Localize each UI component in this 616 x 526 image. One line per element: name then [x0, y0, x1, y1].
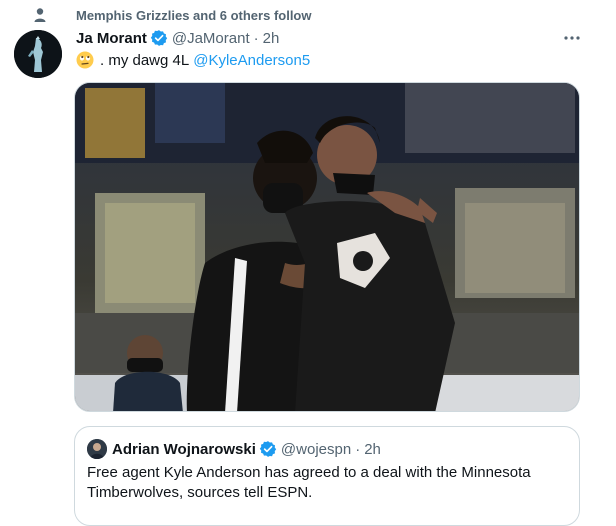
rolling-eyes-emoji-icon [76, 51, 94, 69]
tweet-photo[interactable] [74, 82, 580, 412]
tweet-body-text: . my dawg 4L [100, 51, 190, 69]
separator-dot: · [355, 440, 361, 458]
verified-badge-icon [259, 441, 277, 457]
quote-text: Free agent Kyle Anderson has agreed to a… [87, 464, 531, 501]
social-context[interactable]: Memphis Grizzlies and 6 others follow [34, 6, 312, 24]
quoted-tweet[interactable]: Adrian Wojnarowski @wojespn · 2h Free ag… [74, 426, 580, 526]
quote-author-name: Adrian Wojnarowski [112, 440, 256, 458]
tweet-header: Ja Morant @JaMorant · 2h [76, 28, 279, 48]
tweet-text: . my dawg 4L @KyleAnderson5 [76, 50, 310, 70]
more-options-icon[interactable] [562, 28, 582, 48]
author-name[interactable]: Ja Morant [76, 30, 147, 47]
author-handle[interactable]: @JaMorant [172, 30, 250, 47]
quote-author-handle: @wojespn [280, 440, 352, 458]
mention-link[interactable]: @KyleAnderson5 [193, 52, 310, 69]
social-context-text: Memphis Grizzlies and 6 others follow [76, 7, 312, 23]
quote-timestamp: 2h [364, 440, 381, 458]
quote-author-avatar [87, 439, 107, 459]
separator-dot: · [253, 29, 259, 47]
author-avatar[interactable] [14, 30, 62, 78]
person-icon [34, 8, 46, 22]
tweet-timestamp[interactable]: 2h [263, 30, 280, 47]
verified-badge-icon [150, 30, 168, 46]
quote-header: Adrian Wojnarowski @wojespn · 2h [87, 439, 381, 459]
